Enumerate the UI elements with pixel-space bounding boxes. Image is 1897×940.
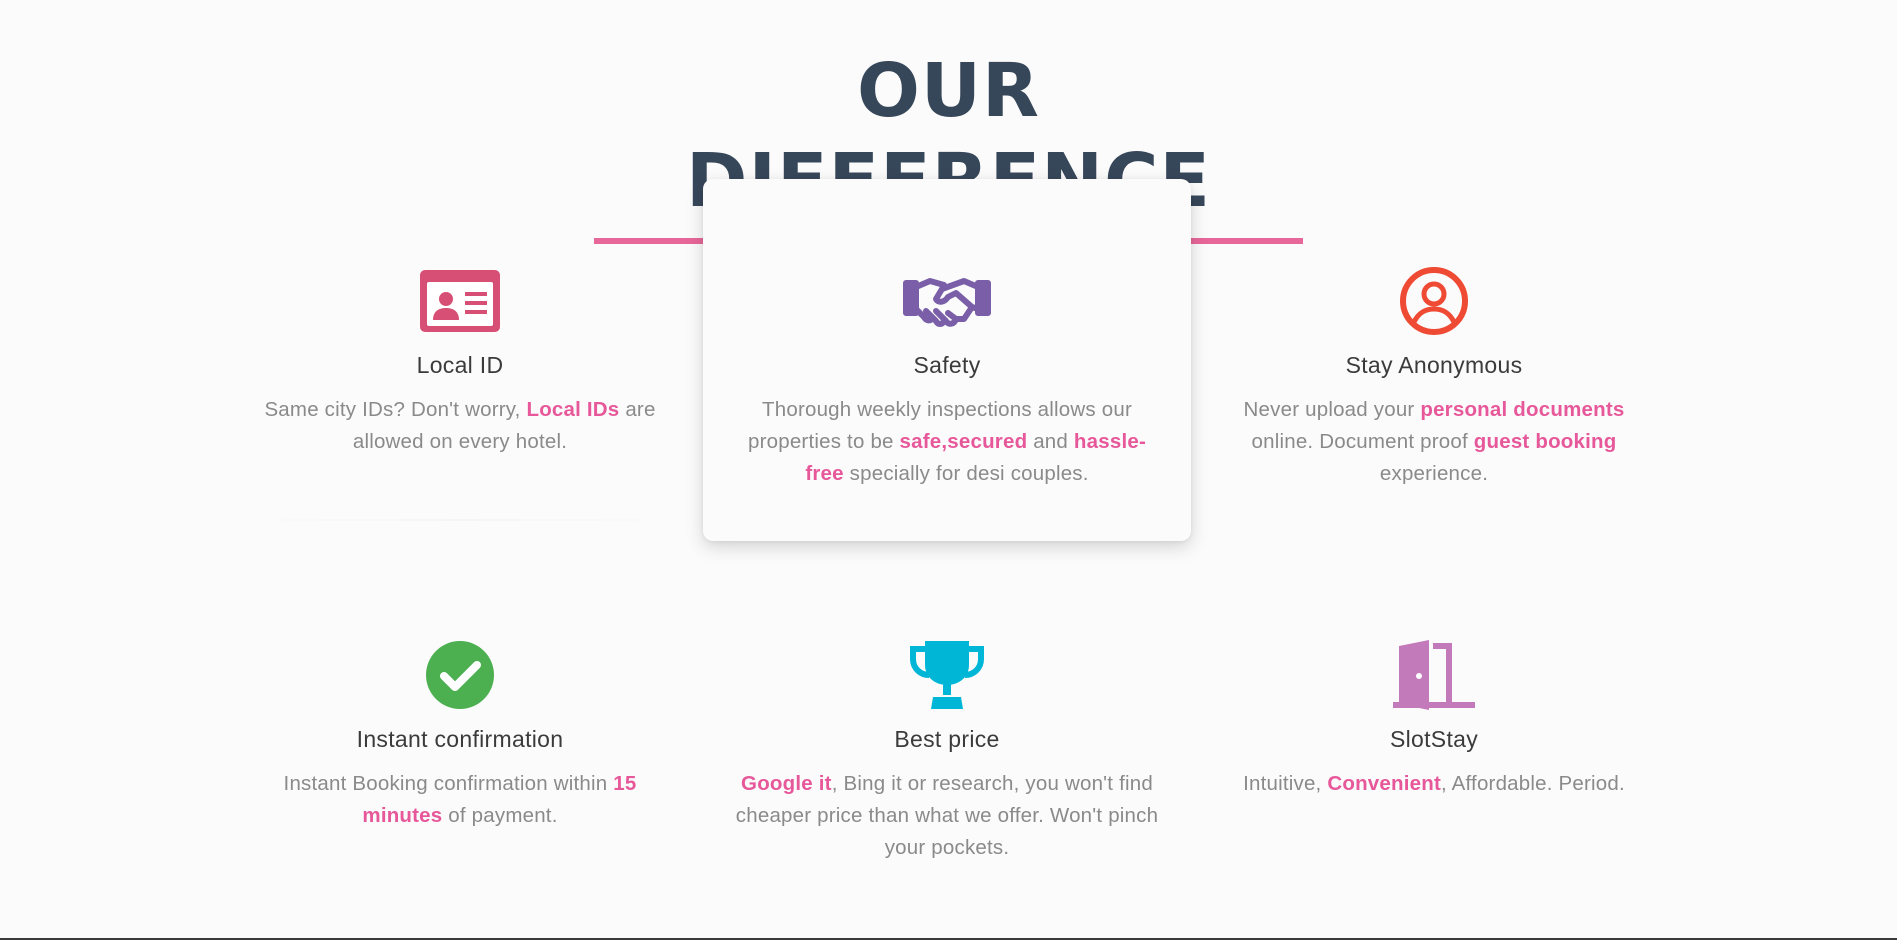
highlighted-text: Local IDs [526, 398, 620, 421]
description-text: , Affordable. Period. [1440, 772, 1625, 795]
feature-description: Thorough weekly inspections allows our p… [731, 394, 1163, 490]
highlighted-text: personal documents [1420, 398, 1625, 421]
feature-description: Intuitive, Convenient, Affordable. Perio… [1218, 768, 1650, 800]
feature-description: Never upload your personal documents onl… [1218, 394, 1650, 490]
description-text: specially for desi couples. [843, 462, 1089, 485]
our-difference-section: OUR DIFFERENCE Local ID Same city IDs? D… [0, 0, 1897, 940]
description-text: and [1027, 430, 1074, 453]
description-text: Same city IDs? Don't worry, [264, 398, 527, 421]
feature-card-instant-confirmation: Instant confirmation Instant Booking con… [216, 553, 704, 915]
check-circle-icon [415, 640, 505, 710]
trophy-icon [902, 640, 992, 710]
handshake-icon [902, 266, 992, 336]
highlighted-text: guest booking [1473, 430, 1617, 453]
id-card-icon [415, 266, 505, 336]
description-text: experience. [1379, 462, 1489, 485]
description-text: of payment. [442, 804, 558, 827]
feature-card-safety[interactable]: Safety Thorough weekly inspections allow… [703, 179, 1191, 541]
feature-title: SlotStay [1389, 726, 1479, 752]
feature-card-stay-anonymous: Stay Anonymous Never upload your persona… [1190, 179, 1678, 541]
feature-title: Safety [913, 352, 981, 378]
feature-description: Google it, Bing it or research, you won'… [731, 768, 1163, 864]
feature-title: Stay Anonymous [1345, 352, 1523, 378]
description-text: Never upload your [1243, 398, 1421, 421]
description-text: online. Document proof [1251, 430, 1474, 453]
feature-card-local-id: Local ID Same city IDs? Don't worry, Loc… [216, 179, 704, 541]
feature-description: Instant Booking confirmation within 15 m… [244, 768, 676, 832]
description-text: Intuitive, [1243, 772, 1328, 795]
description-text: Instant Booking confirmation within [283, 772, 614, 795]
feature-title: Best price [894, 726, 1000, 752]
feature-title: Local ID [416, 352, 504, 378]
feature-card-best-price: Best price Google it, Bing it or researc… [703, 553, 1191, 915]
user-circle-icon [1389, 266, 1479, 336]
feature-title: Instant confirmation [356, 726, 564, 752]
feature-card-slotstay: SlotStay Intuitive, Convenient, Affordab… [1190, 553, 1678, 915]
highlighted-text: Convenient [1327, 772, 1441, 795]
highlighted-text: Google it [741, 772, 832, 795]
door-open-icon [1389, 640, 1479, 710]
feature-description: Same city IDs? Don't worry, Local IDs ar… [244, 394, 676, 458]
highlighted-text: safe,secured [899, 430, 1028, 453]
